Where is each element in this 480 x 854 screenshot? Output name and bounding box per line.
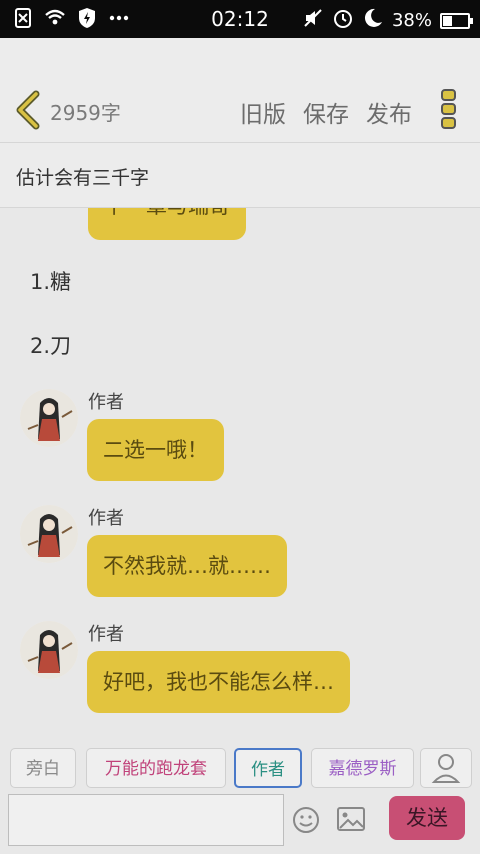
message-bubble[interactable]: 二选一哦！ [87, 419, 224, 481]
more-notifications-icon [108, 7, 130, 33]
compose-bar: 发送 [0, 794, 480, 854]
back-icon [16, 90, 40, 130]
back-button[interactable] [14, 90, 42, 130]
role-chip-narrator[interactable]: 旁白 [10, 748, 76, 788]
role-selector: 旁白 万能的跑龙套 作者 嘉德罗斯 [0, 744, 480, 794]
image-button[interactable] [336, 806, 366, 832]
avatar[interactable] [20, 621, 78, 679]
chat-area[interactable]: 下一章与瑞哥 1.糖 2.刀 作者 二选一哦！ 作者 不然我就…就…… 作者 好… [0, 208, 480, 744]
role-chip-character[interactable]: 嘉德罗斯 [311, 748, 414, 788]
old-version-button[interactable]: 旧版 [240, 95, 286, 129]
send-button[interactable]: 发送 [389, 796, 465, 840]
role-chip-author[interactable]: 作者 [234, 748, 302, 788]
narration-line[interactable]: 2.刀 [30, 330, 71, 360]
battery-percent: 38% [391, 10, 432, 31]
do-not-disturb-icon [362, 7, 384, 34]
status-bar: 02:12 38% [0, 0, 480, 38]
shield-icon [76, 7, 98, 33]
message-bubble[interactable]: 不然我就…就…… [87, 535, 287, 597]
author-name: 作者 [88, 624, 124, 645]
mute-icon [302, 7, 324, 34]
publish-button[interactable]: 发布 [366, 95, 412, 129]
add-role-button[interactable] [420, 748, 472, 788]
person-icon [431, 754, 461, 783]
narration-line[interactable]: 1.糖 [30, 266, 71, 296]
author-name: 作者 [88, 508, 124, 529]
battery-icon [440, 12, 473, 29]
role-chip-extra[interactable]: 万能的跑龙套 [86, 748, 226, 788]
avatar[interactable] [20, 505, 78, 563]
emoji-icon [293, 807, 319, 833]
save-button[interactable]: 保存 [303, 95, 349, 129]
author-name: 作者 [88, 392, 124, 413]
image-icon [337, 807, 365, 831]
more-icon [441, 89, 456, 129]
emoji-button[interactable] [292, 806, 320, 834]
wifi-icon [44, 7, 66, 33]
word-count: 2959字 [50, 101, 121, 125]
chapter-title[interactable]: 估计会有三千字 [16, 163, 149, 190]
message-input[interactable] [8, 794, 284, 846]
avatar[interactable] [20, 389, 78, 447]
message-bubble[interactable]: 下一章与瑞哥 [88, 208, 246, 240]
editor-header: 2959字 旧版 保存 发布 [0, 38, 480, 143]
more-button[interactable] [439, 88, 459, 130]
alarm-icon [332, 7, 354, 34]
message-bubble[interactable]: 好吧，我也不能怎么样… [87, 651, 350, 713]
no-sim-icon [12, 7, 34, 33]
chapter-title-bar[interactable]: 估计会有三千字 [0, 143, 480, 208]
